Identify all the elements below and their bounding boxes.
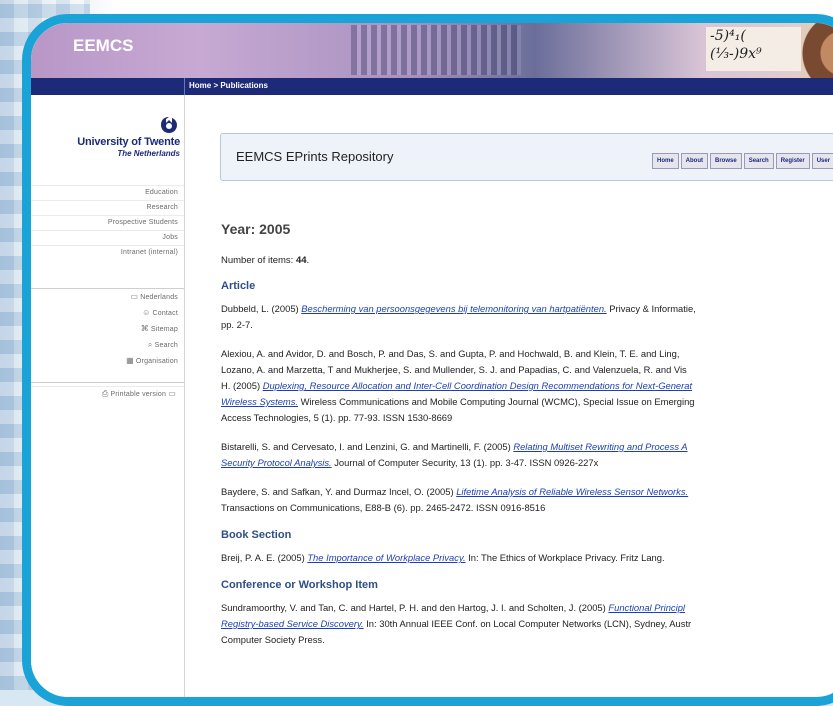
repository-nav: Home About Browse Search Register User (652, 149, 833, 169)
sidebar: University of Twente The Netherlands Edu… (31, 95, 185, 697)
sidebar-print: ⎙ Printable version ▭ (31, 382, 184, 401)
entry-source: Transactions on Communications, E88-B (6… (221, 502, 546, 513)
contact-icon: ☺ (142, 308, 151, 317)
sidebar-item-search[interactable]: ⌕ Search (31, 337, 184, 353)
logo-name: University of Twente (77, 136, 180, 148)
site-title[interactable]: EEMCS (73, 36, 133, 56)
sidebar-item-label: Contact (152, 310, 178, 317)
sidebar-item-label: Organisation (135, 358, 178, 365)
printable-version-link[interactable]: ⎙ Printable version ▭ (31, 386, 184, 401)
repository-title: EEMCS EPrints Repository (236, 149, 394, 164)
entry-authors: Breij, P. A. E. (2005) (221, 552, 308, 563)
section-heading-book-section: Book Section (221, 529, 292, 541)
entry-title-link[interactable]: Bescherming van persoonsgegevens bij tel… (301, 303, 606, 314)
banner-tech-image (351, 25, 521, 75)
list-item: Alexiou, A. and Avidor, D. and Bosch, P.… (221, 346, 833, 426)
publication-list: Year: 2005 Number of items: 44. Article … (221, 221, 833, 661)
sidebar-item-label: Search (154, 342, 178, 349)
list-item: Breij, P. A. E. (2005) The Importance of… (221, 550, 833, 566)
sidebar-item-intranet[interactable]: Intranet (internal) (31, 245, 184, 260)
printer-icon: ⎙ (101, 389, 109, 398)
item-count-label: Number of items: (221, 255, 296, 266)
sidebar-item-label: Nederlands (140, 294, 178, 301)
ut-logo-icon (161, 117, 177, 133)
nav-about-button[interactable]: About (680, 153, 708, 169)
sidebar-item-organisation[interactable]: ▦ Organisation (31, 353, 184, 369)
sidebar-item-contact[interactable]: ☺ Contact (31, 305, 184, 321)
math-line-1: -5)⁴₁( (710, 28, 746, 44)
window-icon: ▭ (168, 389, 176, 398)
entry-authors: Sundramoorthy, V. and Tan, C. and Hartel… (221, 602, 609, 613)
header-banner: EEMCS -5)⁴₁( (⅓-)9x⁹ (31, 23, 833, 78)
sidebar-item-nederlands[interactable]: ▭ Nederlands (31, 289, 184, 305)
section-heading-article: Article (221, 280, 256, 292)
sidebar-item-research[interactable]: Research (31, 200, 184, 215)
organisation-icon: ▦ (126, 356, 134, 365)
sidebar-utilities: ▭ Nederlands ☺ Contact ⌘ Sitemap ⌕ Search ▦ O… (31, 288, 184, 369)
sidebar-item-label: Sitemap (150, 326, 178, 333)
sidebar-item-sitemap[interactable]: ⌘ Sitemap (31, 321, 184, 337)
breadcrumb[interactable]: Home > Publications (189, 81, 268, 90)
breadcrumb-bar: Home > Publications (31, 78, 833, 95)
entry-source: In: The Ethics of Workplace Privacy. Fri… (465, 552, 665, 563)
repository-header: EEMCS EPrints Repository Home About Browse… (220, 133, 833, 181)
main-content: EEMCS EPrints Repository Home About Browse… (184, 95, 833, 697)
banner-math-image: -5)⁴₁( (⅓-)9x⁹ (706, 27, 810, 71)
logo-subtitle: The Netherlands (117, 149, 180, 158)
entry-title-link[interactable]: The Importance of Workplace Privacy. (307, 552, 465, 563)
sidebar-item-label: Printable version (110, 391, 167, 398)
nav-register-button[interactable]: Register (775, 153, 810, 169)
breadcrumb-spacer (31, 78, 185, 95)
banner-face-image (801, 23, 833, 78)
section-heading-conference: Conference or Workshop Item (221, 579, 378, 591)
list-item: Bistarelli, S. and Cervesato, I. and Len… (221, 439, 833, 471)
sidebar-nav: Education Research Prospective Students … (31, 185, 184, 260)
search-icon: ⌕ (147, 340, 153, 349)
sidebar-item-jobs[interactable]: Jobs (31, 230, 184, 245)
nav-home-button[interactable]: Home (652, 153, 679, 169)
sitemap-icon: ⌘ (140, 324, 149, 333)
entry-source: Journal of Computer Security, 13 (1). pp… (331, 457, 599, 468)
nav-search-button[interactable]: Search (743, 153, 774, 169)
flag-icon: ▭ (130, 292, 139, 301)
sidebar-item-prospective-students[interactable]: Prospective Students (31, 215, 184, 230)
entry-authors: Bistarelli, S. and Cervesato, I. and Len… (221, 441, 514, 452)
entry-title-link[interactable]: Lifetime Analysis of Reliable Wireless S… (456, 486, 688, 497)
math-line-2: (⅓-)9x⁹ (710, 46, 762, 62)
sidebar-item-education[interactable]: Education (31, 185, 184, 200)
nav-browse-button[interactable]: Browse (710, 153, 742, 169)
list-item: Sundramoorthy, V. and Tan, C. and Hartel… (221, 600, 833, 648)
item-count-value: 44 (295, 255, 307, 266)
list-item: Baydere, S. and Safkan, Y. and Durmaz In… (221, 484, 833, 516)
list-item: Dubbeld, L. (2005) Bescherming van perso… (221, 301, 833, 333)
page-title: Year: 2005 (221, 221, 291, 237)
entry-authors: Dubbeld, L. (2005) (221, 303, 302, 314)
nav-user-button[interactable]: User (811, 153, 833, 169)
browser-frame: EEMCS -5)⁴₁( (⅓-)9x⁹ Home > Publications… (22, 14, 833, 706)
entry-authors: Baydere, S. and Safkan, Y. and Durmaz In… (221, 486, 457, 497)
item-count: Number of items: 44. (221, 255, 310, 266)
